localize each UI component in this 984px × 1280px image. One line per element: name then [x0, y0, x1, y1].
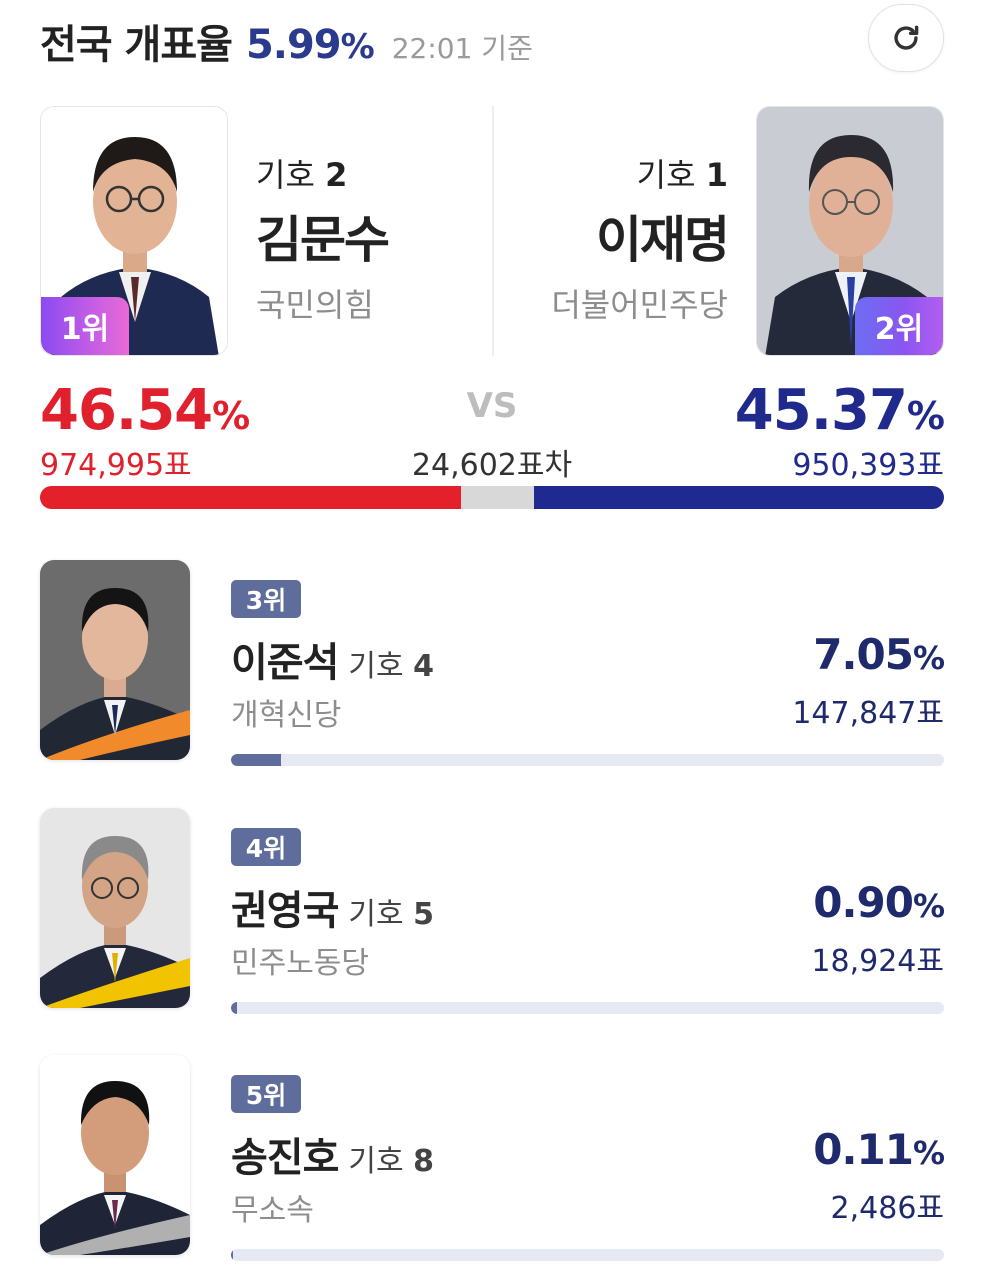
candidate-name: 권영국 기호 5: [231, 888, 435, 934]
candidate-photo: [40, 560, 190, 760]
rank-badge: 4위: [231, 828, 301, 866]
count-rate: 5.99%: [245, 22, 375, 68]
header: 전국 개표율 5.99% 22:01 기준: [40, 12, 533, 68]
candidate-votes: 147,847표: [792, 696, 944, 731]
candidate-number: 기호 2: [256, 156, 348, 194]
candidate-name: 송진호 기호 8: [231, 1135, 435, 1181]
right-votes: 950,393표: [792, 448, 944, 483]
candidate-party: 민주노동당: [231, 946, 369, 981]
refresh-icon: [894, 25, 919, 50]
candidate-percent: 0.90%: [813, 878, 945, 927]
candidate-info-left: 기호 2 김문수 국민의힘: [256, 150, 390, 326]
candidate-info-right: 기호 1 이재명 더불어민주당: [551, 150, 730, 326]
vote-share-bar: [40, 486, 944, 509]
share-bar: [231, 1002, 944, 1014]
candidate-photo-lee: 2위: [756, 106, 944, 356]
share-fill: [231, 1002, 238, 1014]
update-time: 22:01 기준: [391, 32, 533, 65]
right-percent: 45.37%: [734, 378, 945, 443]
candidate-name: 이준석 기호 4: [231, 640, 435, 686]
candidate-percent: 0.11%: [813, 1125, 945, 1174]
candidate-percent: 7.05%: [813, 630, 945, 679]
refresh-button[interactable]: [868, 4, 944, 72]
candidate-row[interactable]: 5위 송진호 기호 8 무소속 0.11% 2,486표: [0, 1055, 984, 1265]
candidate-votes: 18,924표: [811, 944, 944, 979]
candidate-photo: [40, 1055, 190, 1255]
candidate-party: 더불어민주당: [551, 286, 728, 324]
rank-badge: 5위: [231, 1075, 301, 1113]
candidate-row[interactable]: 3위 이준석 기호 4 개혁신당 7.05% 147,847표: [0, 560, 984, 770]
rank-badge: 3위: [231, 580, 301, 618]
page-title: 전국 개표율: [40, 22, 233, 68]
divider: [492, 106, 494, 356]
candidate-name: 이재명: [596, 211, 730, 269]
candidate-party: 국민의힘: [256, 286, 374, 324]
candidate-number: 기호 1: [636, 156, 728, 194]
share-fill: [231, 754, 282, 766]
candidate-name: 김문수: [256, 211, 390, 269]
candidate-votes: 2,486표: [830, 1191, 944, 1226]
candidate-photo: [40, 808, 190, 1008]
right-share-fill: [533, 486, 944, 509]
share-bar: [231, 754, 944, 766]
candidate-row[interactable]: 4위 권영국 기호 5 민주노동당 0.90% 18,924표: [0, 808, 984, 1018]
candidate-photo-kim: 1위: [40, 106, 228, 356]
rank-tag: 2위: [855, 297, 943, 355]
rank-tag: 1위: [41, 297, 129, 355]
share-fill: [231, 1249, 234, 1261]
candidate-party: 무소속: [231, 1193, 314, 1228]
candidate-party: 개혁신당: [231, 698, 342, 733]
share-bar: [231, 1249, 944, 1261]
left-share-fill: [40, 486, 461, 509]
